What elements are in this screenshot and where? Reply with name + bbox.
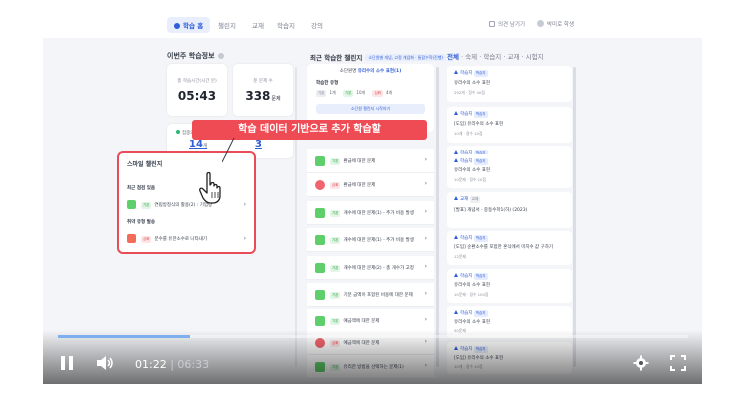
tab-challenge[interactable]: 챌린지 xyxy=(218,20,236,30)
hand-cursor-icon xyxy=(199,171,221,204)
user-menu[interactable]: 박미로 학생 xyxy=(537,20,574,28)
chevron-right-icon: › xyxy=(424,180,427,187)
material-card[interactable]: 학습지 학습지 유리수의 소수 표현 10문제 · 정수 100점 xyxy=(447,269,572,303)
focus-count-link[interactable]: 14개 xyxy=(189,139,207,150)
type-square-icon xyxy=(315,156,325,166)
material-card[interactable]: 학습지 학습지 [도입] 순환소수를 포함한 혼식에서 미지수 값 구하기 12… xyxy=(447,231,572,265)
study-time-card: 총 학습시간(시간 분) 05:43 xyxy=(167,64,227,116)
total-duration: 06:33 xyxy=(177,358,210,371)
material-filter-tabs: 전체 · 숙제 · 학습지 · 교재 · 시험지 xyxy=(447,53,544,61)
filter-tab-all[interactable]: 전체 xyxy=(447,53,459,61)
chevron-right-icon: › xyxy=(424,156,427,163)
worksheet-icon xyxy=(454,70,458,74)
chevron-right-icon: › xyxy=(424,290,427,297)
tab-lecture[interactable]: 강의 xyxy=(311,20,323,30)
start-subunit-challenge-button[interactable]: 소단원 챌린지 시작하기 xyxy=(316,104,425,114)
study-time-value: 05:43 xyxy=(177,89,217,103)
chevron-right-icon: › xyxy=(243,201,246,208)
current-time: 01:22 xyxy=(135,358,167,371)
material-card[interactable]: 학습지 학습지 [도입] 유리수의 소수 표현 10개 · 정수 10점 xyxy=(447,107,572,143)
challenge-row[interactable]: 기본 개수에 대한 문제(2) - 총 개수가 고정 › xyxy=(307,256,434,280)
material-card[interactable]: 학습지 학습지 유리수의 소수 표현 10문제 · 정수 10점 xyxy=(447,154,572,188)
tab-worksheet[interactable]: 학습지 xyxy=(277,20,295,30)
smile-challenge-card: 스마일 챌린지 최근 점검 있음 기본 연립방정식의 활용(2) : 기업량 › 취… xyxy=(117,151,256,254)
material-card[interactable]: 교재 교재 [발표] 개념서 · 중등수학1(하) (2023) xyxy=(447,192,572,228)
video-player-overlay xyxy=(43,330,702,384)
chevron-right-icon: › xyxy=(243,235,246,242)
type-square-icon xyxy=(315,180,325,190)
worksheet-icon xyxy=(454,235,458,239)
smile-challenge-title: 스마일 챌린지 xyxy=(127,161,163,168)
smile-challenge-row[interactable]: 심화 분수를 유한소수로 나타내기 › xyxy=(127,233,246,245)
material-card[interactable]: 학습지 학습지 유리수의 소수 표현 292개 · 정수 40점 xyxy=(447,66,572,102)
worksheet-icon xyxy=(454,310,458,314)
type-square-icon xyxy=(315,235,325,245)
feedback-button[interactable]: 의견 남기기 xyxy=(489,20,525,28)
challenge-row[interactable]: 기본 개수에 대한 문제(1) - 추가 비용 발생 › xyxy=(307,228,434,252)
tab-textbook[interactable]: 교재 xyxy=(252,20,264,30)
chevron-right-icon: › xyxy=(424,316,427,323)
home-icon xyxy=(174,23,180,29)
top-navigation: 학습 홈 챌린지 교재 학습지 강의 의견 남기기 박미로 학생 xyxy=(43,12,702,38)
smile-challenge-row[interactable]: 기본 연립방정식의 활용(2) : 기업량 › xyxy=(127,199,246,211)
status-dot-icon xyxy=(176,130,180,134)
worksheet-icon xyxy=(454,158,458,162)
fullscreen-icon[interactable] xyxy=(670,355,686,371)
filter-tab-homework[interactable]: 숙제 xyxy=(465,53,477,61)
challenge-row[interactable]: 기본 환급에 대한 문제 › xyxy=(307,149,434,173)
filter-tab-worksheet[interactable]: 학습지 xyxy=(483,53,501,61)
filter-tab-textbook[interactable]: 교재 xyxy=(508,53,520,61)
filter-tab-exam[interactable]: 시험지 xyxy=(526,53,544,61)
left-scrollbar[interactable] xyxy=(295,67,297,367)
volume-icon[interactable] xyxy=(96,355,114,371)
video-progress-fill xyxy=(58,335,191,338)
type-square-icon xyxy=(127,200,136,209)
type-square-icon xyxy=(315,208,325,218)
challenge-row[interactable]: 기본 개수에 대한 문제(1) - 추가 비용 발생 › xyxy=(307,201,434,225)
solved-count-value: 338문제 xyxy=(245,89,281,103)
challenge-row[interactable]: 기본 기분 금액이 포함된 비용에 대한 문제 › xyxy=(307,283,434,307)
best-focus-link[interactable]: 3 xyxy=(255,139,262,150)
right-scrollbar[interactable] xyxy=(573,67,576,367)
type-square-icon xyxy=(315,316,325,326)
type-square-icon xyxy=(315,263,325,273)
solved-count-card: 푼 문제 수 338문제 xyxy=(233,64,293,116)
challenge-row[interactable]: 심화 환급에 대한 문제 › xyxy=(307,173,434,197)
chevron-right-icon: › xyxy=(424,235,427,242)
annotation-pointer xyxy=(222,137,235,163)
settings-gear-icon[interactable] xyxy=(633,355,649,371)
video-progress-bar[interactable] xyxy=(58,335,688,338)
type-square-icon xyxy=(315,290,325,300)
middle-scrollbar[interactable] xyxy=(436,67,439,367)
worksheet-icon xyxy=(454,111,458,115)
worksheet-icon xyxy=(454,273,458,277)
textbook-icon xyxy=(454,196,458,200)
type-square-icon xyxy=(127,234,136,243)
help-icon[interactable] xyxy=(217,53,224,59)
weekly-info-title: 이번주 학습정보 xyxy=(167,51,224,61)
pause-icon[interactable] xyxy=(60,355,74,371)
recent-challenge-title: 최근 학습한 챌린지 소단원별 개념, 고정 개념화 · 통합수학(진행) xyxy=(310,52,446,62)
video-time-display: 01:22 | 06:33 xyxy=(135,358,210,371)
avatar xyxy=(537,20,544,27)
chevron-right-icon: › xyxy=(424,208,427,215)
chevron-right-icon: › xyxy=(424,263,427,270)
message-icon xyxy=(489,21,495,27)
tab-learning-home[interactable]: 학습 홈 xyxy=(167,17,211,33)
